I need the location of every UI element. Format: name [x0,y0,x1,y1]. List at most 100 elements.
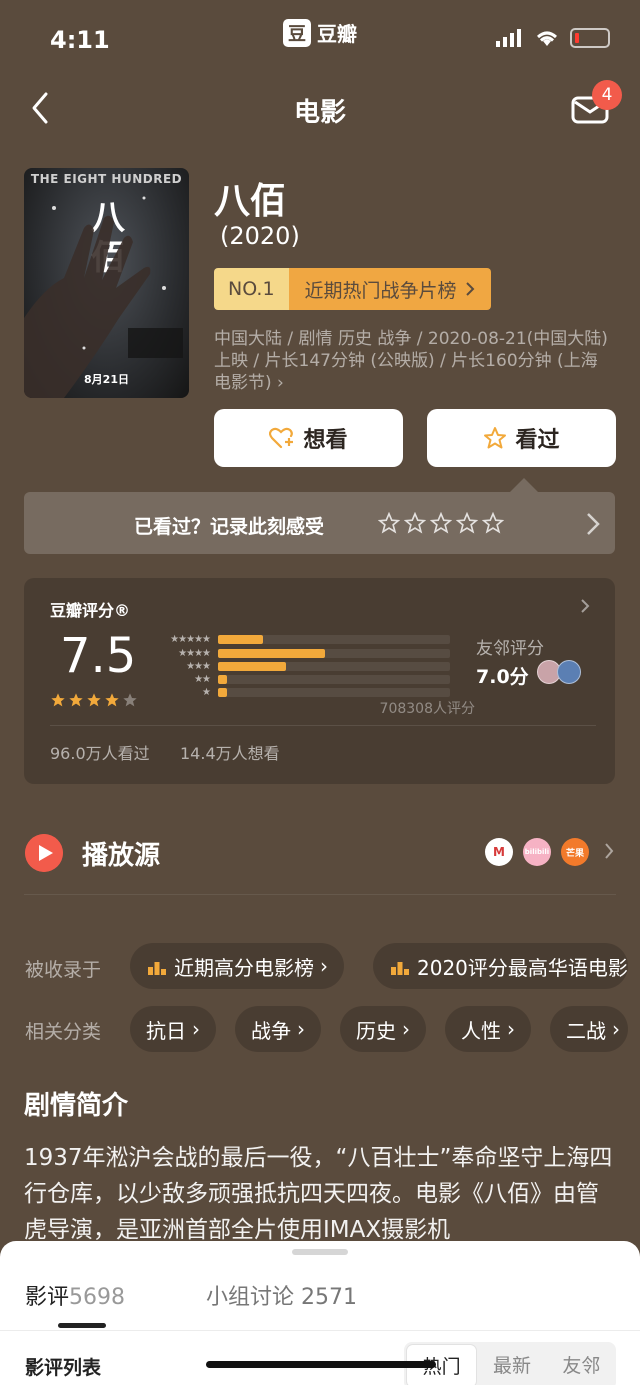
douban-logo-icon: 豆 [283,18,311,47]
movie-meta[interactable]: 中国大陆 / 剧情 历史 战争 / 2020-08-21(中国大陆) 上映 / … [214,328,614,394]
rank-list-name: 近期热门战争片榜 [304,279,457,302]
rating-dist-row: ★ [152,686,450,698]
dist-stars-label: ★★★★★ [170,633,211,645]
want-button[interactable]: 想看 [214,409,403,467]
source-icon[interactable]: 芒果 [561,838,589,866]
dist-stars-label: ★★★ [186,660,211,672]
sort-friends[interactable]: 友邻 [547,1344,616,1385]
star-outline-icon[interactable] [378,512,400,534]
collection-chip[interactable]: 近期高分电影榜 › [130,943,344,989]
seen-count: 96.0万人看过 [50,744,150,763]
source-icon[interactable]: M [485,838,513,866]
dist-bar-track [218,661,450,671]
dist-bar-fill [218,634,264,644]
heart-plus-icon [269,427,294,449]
dist-stars-label: ★ [202,686,211,698]
star-outline-icon [484,427,507,449]
star-filled-icon [105,693,119,707]
app-logo: 豆 豆瓣 [283,18,357,47]
seen-rating-stars[interactable] [378,512,504,534]
page-title: 电影 [293,98,346,128]
chevron-right-icon [581,599,590,613]
rating-label: 豆瓣评分® [50,601,131,620]
dist-bar-track [218,674,450,684]
battery-icon [570,28,610,48]
sort-newest[interactable]: 最新 [477,1344,546,1385]
ranking-icon [148,962,166,975]
seen-button[interactable]: 看过 [427,409,616,467]
app-name: 豆瓣 [317,22,357,46]
star-outline-icon[interactable] [482,512,504,534]
poster-release-date: 8月21日 [84,373,129,386]
category-chip[interactable]: 历史 › [340,1006,426,1052]
chevron-right-icon [605,843,614,859]
collection-chip[interactable]: 2020评分最高华语电影 [373,943,628,989]
review-list-title: 影评列表 [25,1357,102,1379]
tab-group-discussion[interactable]: 小组讨论 2571 [206,1279,357,1311]
star-empty-icon [123,693,137,707]
dist-stars-label: ★★ [194,673,211,685]
tab-reviews[interactable]: 影评5698 [25,1279,125,1311]
seen-prompt-text: 已看过？记录此刻感受 [134,516,325,538]
chevron-right-icon: › [297,1017,305,1041]
rating-score: 7.5 [60,628,137,684]
movie-title: 八佰 [214,181,287,222]
chevron-right-icon: › [612,1017,620,1041]
friend-rating-score: 7.0分 [476,666,529,688]
friend-rating-label: 友邻评分 [476,639,544,659]
dist-bar-fill [218,648,325,658]
movie-poster[interactable]: THE EIGHT HUNDRED 八 佰 8月21日 [24,168,189,398]
play-icon[interactable] [25,834,63,872]
rank-list: 近期热门战争片榜 [288,268,491,310]
star-filled-icon [51,693,65,707]
dist-bar-track [218,634,450,644]
sheet-drag-handle[interactable] [292,1249,348,1255]
category-chip-label: 历史 [356,1018,396,1043]
category-chip[interactable]: 人性 › [445,1006,531,1052]
home-indicator[interactable] [206,1361,436,1368]
category-chip[interactable]: 抗日 › [130,1006,216,1052]
collection-chip-label: 近期高分电影榜 [174,955,314,980]
dist-bar-fill [218,674,228,684]
divider [0,1330,640,1331]
rating-dist-row: ★★★★★ [152,633,450,645]
rating-dist-row: ★★★ [152,660,450,672]
rating-count: 708308人评分 [379,701,475,717]
star-outline-icon[interactable] [456,512,478,534]
rating-dist-row: ★★★★ [152,647,450,659]
star-filled-icon [87,693,101,707]
source-icon[interactable]: bilibili [523,838,551,866]
movie-year: (2020) [220,222,300,250]
rank-badge[interactable]: NO.1 近期热门战争片榜 [214,268,491,310]
seen-bar-pointer [510,478,538,492]
star-filled-icon [69,693,83,707]
dist-bar-track [218,648,450,658]
category-chip-label: 抗日 [146,1018,186,1043]
collection-chip-label: 2020评分最高华语电影 [417,955,628,980]
tab-active-indicator [58,1323,106,1328]
star-outline-icon[interactable] [430,512,452,534]
category-chip-label: 人性 [461,1018,501,1043]
divider [24,894,616,895]
dist-stars-label: ★★★★ [178,647,211,659]
ranking-icon [391,962,409,975]
play-source-label[interactable]: 播放源 [82,835,160,872]
chevron-right-icon: › [277,373,284,393]
poster-hand-graphic [24,196,183,398]
chevron-right-icon [465,282,474,296]
collections-label: 被收录于 [25,959,102,981]
seen-label: 看过 [515,428,560,453]
chevron-right-icon: › [320,954,328,978]
category-chip[interactable]: 二战 › [550,1006,628,1052]
movie-meta-text: 中国大陆 / 剧情 历史 战争 / 2020-08-21(中国大陆) 上映 / … [214,329,608,393]
synopsis-text[interactable]: 1937年淞沪会战的最后一役，“八百壮士”奉命坚守上海四行仓库，以少敌多顽强抵抗… [24,1140,619,1248]
divider [50,725,596,726]
category-chip[interactable]: 战争 › [235,1006,321,1052]
rating-stars [50,692,138,708]
want-count: 14.4万人想看 [180,744,280,763]
mail-badge: 4 [592,80,622,110]
chevron-right-icon: › [402,1017,410,1041]
star-outline-icon[interactable] [404,512,426,534]
dist-bar-track [218,687,450,697]
status-icons [496,28,610,48]
